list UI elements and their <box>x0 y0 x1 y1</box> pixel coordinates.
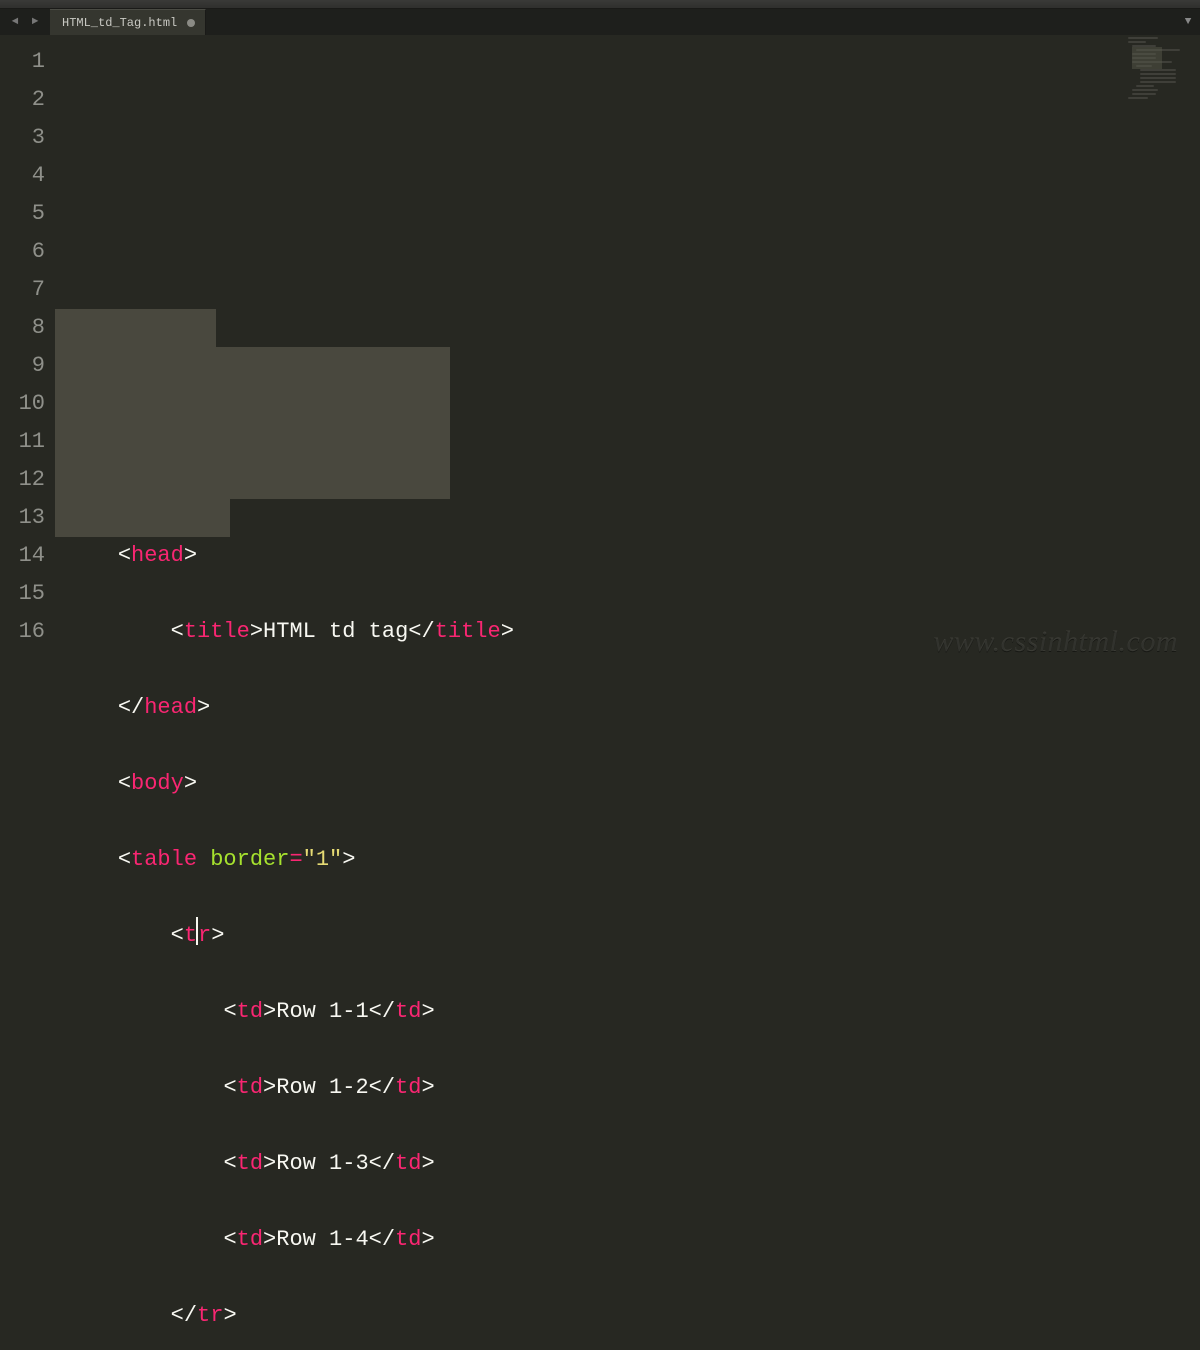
code-line: </tr> <box>65 1297 1200 1335</box>
tab-label: HTML_td_Tag.html <box>62 16 177 30</box>
line-number: 13 <box>0 499 45 537</box>
code-line: <head> <box>65 537 1200 575</box>
code-line: <td>Row 1-1</td> <box>65 993 1200 1031</box>
line-number: 15 <box>0 575 45 613</box>
line-number: 9 <box>0 347 45 385</box>
line-number: 1 <box>0 43 45 81</box>
code-line: <td>Row 1-2</td> <box>65 1069 1200 1107</box>
line-number: 5 <box>0 195 45 233</box>
line-number: 16 <box>0 613 45 651</box>
line-number: 6 <box>0 233 45 271</box>
tab-nav-right-icon[interactable]: ► <box>26 16 44 28</box>
line-number: 10 <box>0 385 45 423</box>
window-top-bar <box>0 0 1200 9</box>
line-number: 8 <box>0 309 45 347</box>
watermark-text: www.cssinhtml.com <box>933 625 1178 659</box>
line-number: 7 <box>0 271 45 309</box>
line-number: 3 <box>0 119 45 157</box>
code-area[interactable]: <!DOCTYPE html> <html> <head> <title>HTM… <box>55 35 1200 675</box>
line-number: 2 <box>0 81 45 119</box>
line-number: 12 <box>0 461 45 499</box>
code-line: <td>Row 1-4</td> <box>65 1221 1200 1259</box>
file-tab[interactable]: HTML_td_Tag.html <box>50 9 206 35</box>
line-number: 11 <box>0 423 45 461</box>
code-line: <tr> <box>65 917 1200 955</box>
tab-nav-left-icon[interactable]: ◄ <box>6 16 24 28</box>
code-line: <html> <box>65 461 1200 499</box>
code-line: <body> <box>65 765 1200 803</box>
code-line: <table border="1"> <box>65 841 1200 879</box>
tab-dropdown-icon[interactable]: ▼ <box>1176 9 1200 35</box>
unsaved-indicator-icon <box>187 19 195 27</box>
line-number: 14 <box>0 537 45 575</box>
line-number-gutter: 1 2 3 4 5 6 7 8 9 10 11 12 13 14 15 16 <box>0 35 55 675</box>
code-line: </head> <box>65 689 1200 727</box>
code-line: <!DOCTYPE html> <box>65 385 1200 423</box>
line-number: 4 <box>0 157 45 195</box>
tab-bar: ◄ ► HTML_td_Tag.html ▼ <box>0 9 1200 35</box>
code-line: <td>Row 1-3</td> <box>65 1145 1200 1183</box>
editor[interactable]: 1 2 3 4 5 6 7 8 9 10 11 12 13 14 15 16 <… <box>0 35 1200 675</box>
